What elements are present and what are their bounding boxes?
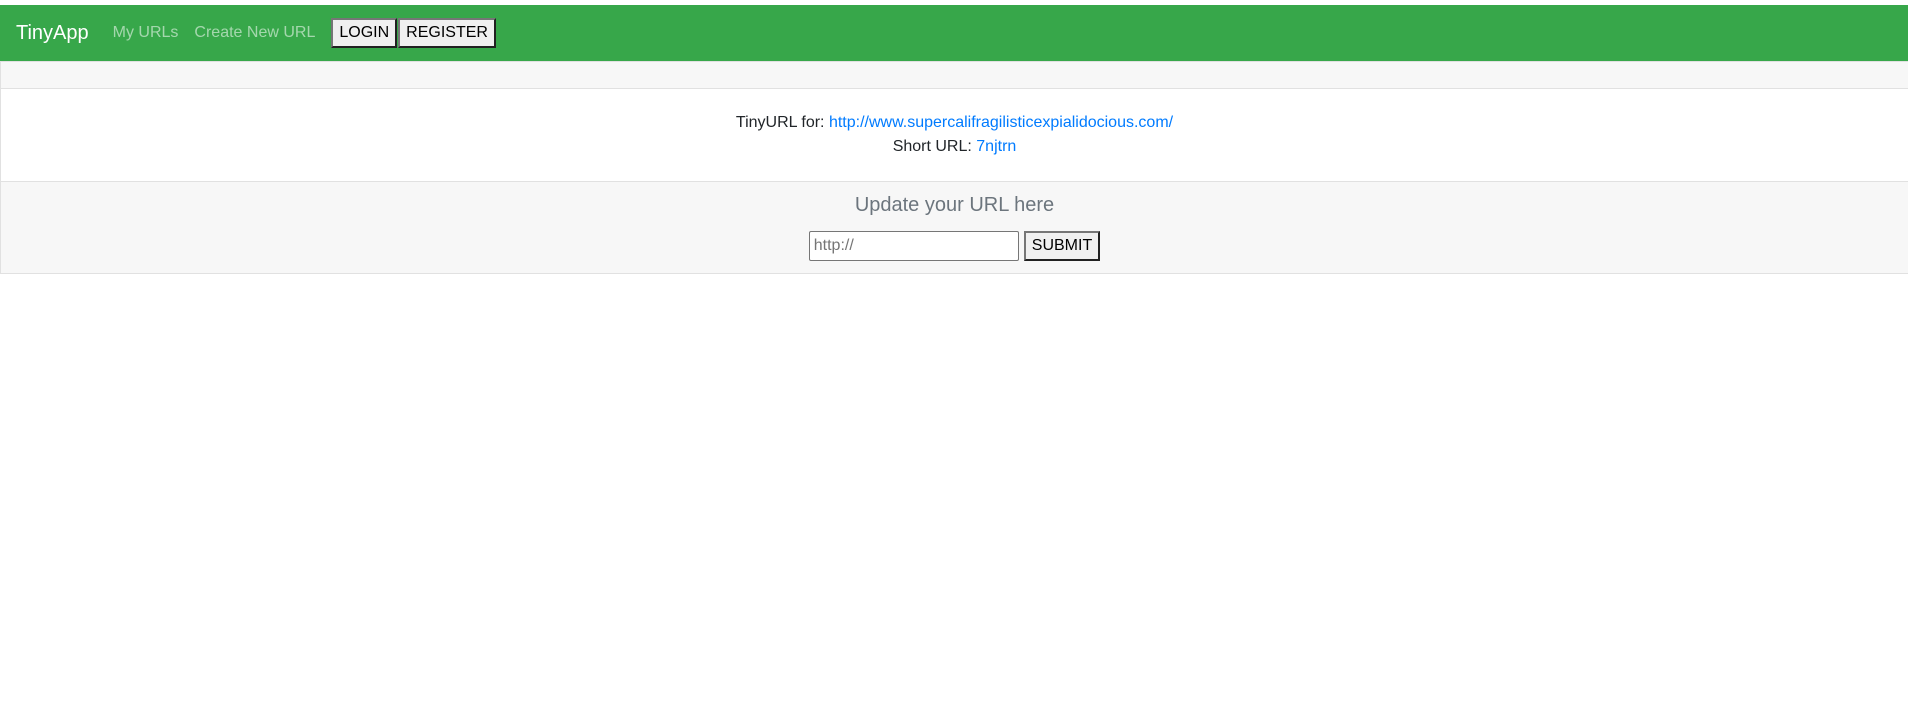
register-button[interactable]: REGISTER <box>398 18 496 48</box>
nav-link-create-new-url[interactable]: Create New URL <box>194 24 315 42</box>
nav-link-my-urls[interactable]: My URLs <box>113 24 179 42</box>
login-button[interactable]: LOGIN <box>331 18 398 48</box>
long-url-link[interactable]: http://www.supercalifragilisticexpialido… <box>829 114 1173 131</box>
short-url-label: Short URL: <box>892 138 977 155</box>
tinyurl-label: TinyURL for: <box>735 114 829 131</box>
card-body: TinyURL for: http://www.supercalifragili… <box>1 89 1908 182</box>
update-form: SUBMIT <box>808 231 1101 261</box>
submit-button[interactable]: SUBMIT <box>1023 231 1101 261</box>
navbar: TinyApp My URLs Create New URL LOGIN REG… <box>0 5 1908 61</box>
update-title: Update your URL here <box>854 194 1055 216</box>
short-url-link[interactable]: 7njtrn <box>976 138 1016 155</box>
short-url-line: Short URL: 7njtrn <box>1 135 1908 159</box>
url-card: TinyURL for: http://www.supercalifragili… <box>0 61 1908 274</box>
card-header <box>1 62 1908 89</box>
tinyurl-line: TinyURL for: http://www.supercalifragili… <box>1 111 1908 135</box>
brand-link[interactable]: TinyApp <box>16 22 89 45</box>
long-url-input[interactable] <box>808 231 1019 261</box>
card-footer: Update your URL here SUBMIT <box>1 182 1908 273</box>
